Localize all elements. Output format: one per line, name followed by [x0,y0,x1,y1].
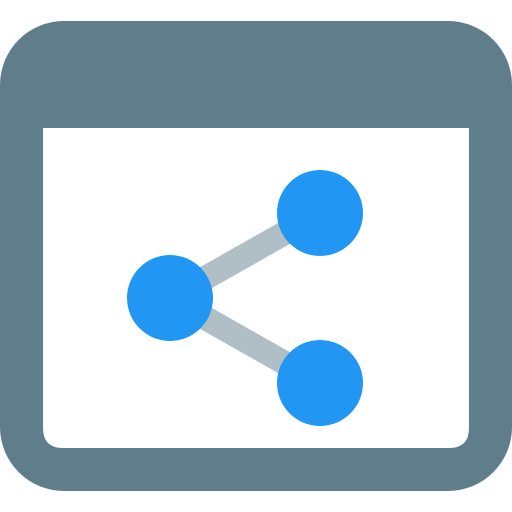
icon-canvas [0,0,512,512]
share-node-bottom-right [277,340,363,426]
browser-window-share-icon [0,21,512,491]
browser-window-content [43,128,469,448]
share-node-top-right [277,170,363,256]
share-node-left [127,255,213,341]
